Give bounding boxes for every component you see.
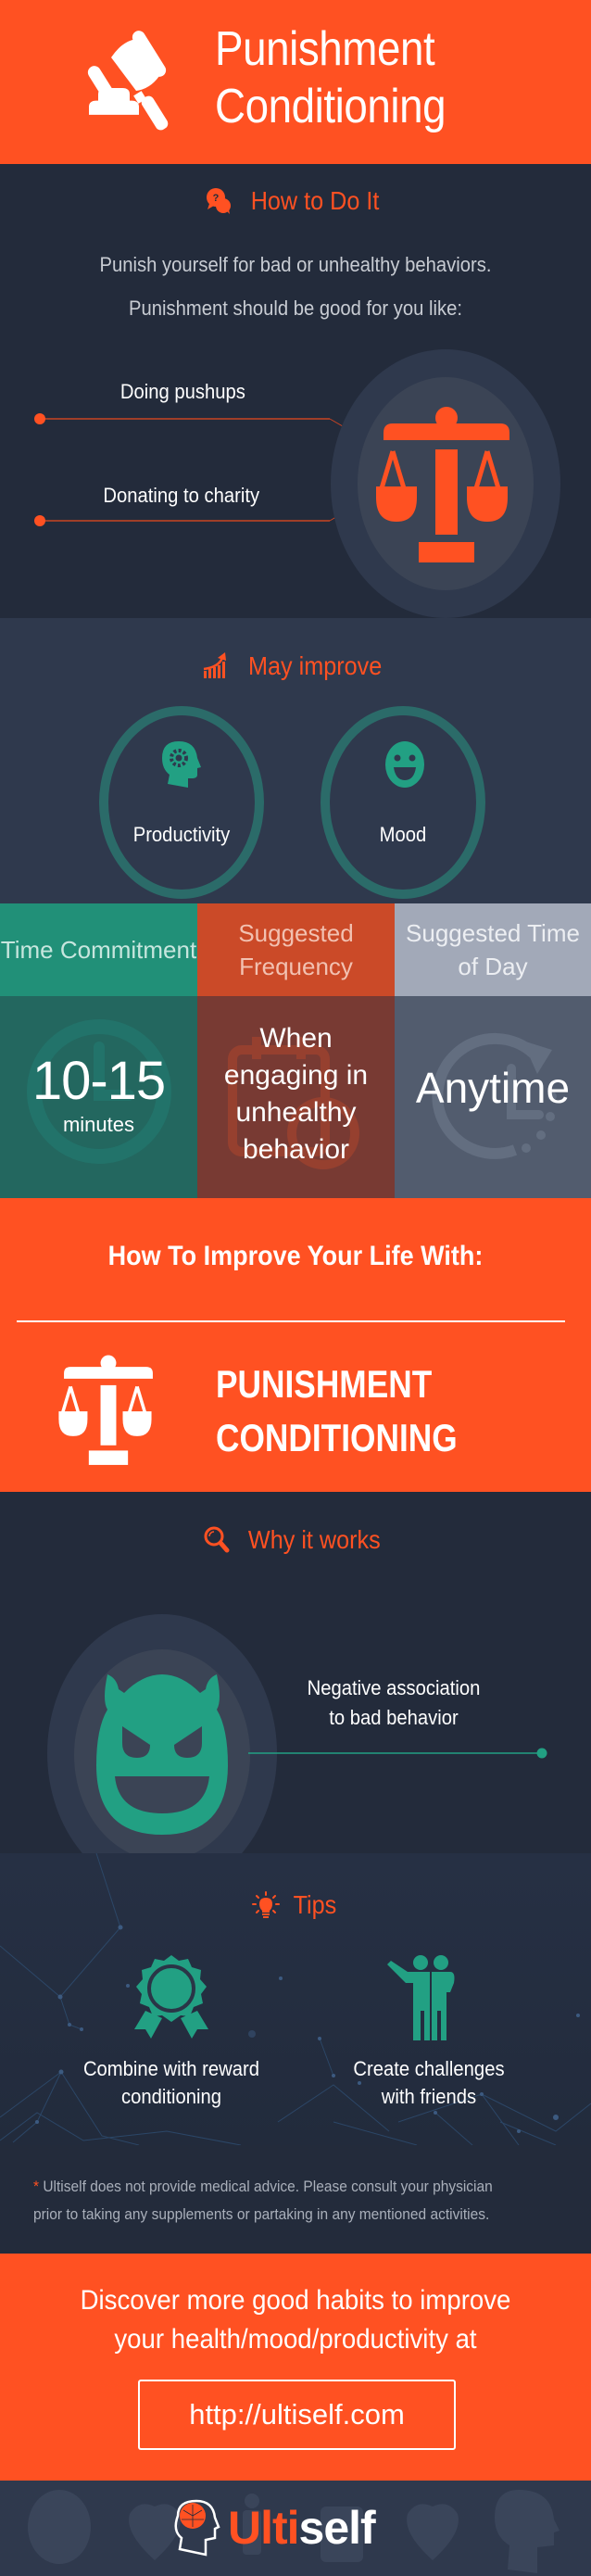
- lightbulb-icon: [252, 1891, 281, 1918]
- stats-grid: Time Commitment 10-15 minutes Suggested …: [0, 903, 591, 1198]
- stat-value: Anytime: [415, 1064, 571, 1112]
- bullet-dot: [34, 515, 45, 526]
- title-line-2: Conditioning: [215, 80, 446, 133]
- improve-item-mood: Mood: [321, 706, 485, 899]
- item-label: Productivity: [132, 823, 231, 846]
- tip-label: Create challenges with friends: [306, 2055, 553, 2111]
- scales-icon: [58, 1355, 153, 1465]
- disclaimer: * Ultiself does not provide medical advi…: [0, 2145, 591, 2254]
- stat-suggested-frequency: Suggested Frequency When engaging in unh…: [197, 903, 395, 1198]
- bullet-dot: [34, 413, 45, 424]
- stat-time-commitment: Time Commitment 10-15 minutes: [0, 903, 197, 1198]
- stat-header: Suggested Frequency: [197, 903, 395, 996]
- tip-label-line-1: Combine with reward: [82, 2057, 260, 2080]
- cta-section: Discover more good habits to improve you…: [0, 2254, 591, 2481]
- scales-icon: [376, 407, 509, 562]
- head-gear-icon: [162, 741, 201, 788]
- why-point-line-2: to bad behavior: [329, 1706, 459, 1729]
- stat-header: Suggested Time of Day: [395, 903, 591, 996]
- stat-value: 10-15: [31, 1051, 166, 1111]
- summary-banner: How To Improve Your Life With: PUNISHMEN…: [0, 1198, 591, 1492]
- stat-value: When engaging in unhealthy behavior: [223, 1023, 369, 1165]
- example-item: Donating to charity: [103, 484, 260, 507]
- stat-unit: minutes: [62, 1113, 135, 1136]
- tip-label-line-2: with friends: [381, 2085, 477, 2108]
- title-line-1: Punishment: [215, 22, 435, 76]
- may-improve-section: May improve Productivity Mood: [0, 618, 591, 903]
- tip-label-line-2: conditioning: [120, 2085, 222, 2108]
- why-point-line-1: Negative association: [307, 1676, 481, 1699]
- item-label: Mood: [379, 823, 427, 846]
- brain-head-icon: [174, 2499, 220, 2557]
- logo-text-ulti: Ulti: [228, 2502, 300, 2554]
- website-link-button[interactable]: http://ultiself.com: [138, 2380, 456, 2450]
- disclaimer-line-2: prior to taking any supplements or parta…: [33, 2206, 490, 2223]
- cta-line-1: Discover more good habits to improve: [80, 2285, 511, 2316]
- page-title: Punishment Conditioning: [215, 20, 446, 135]
- section-title: May improve: [247, 651, 383, 680]
- ultiself-logo: Ultiself: [169, 2497, 376, 2558]
- disclaimer-line-1: Ultiself does not provide medical advice…: [43, 2178, 493, 2195]
- tip-label: Combine with reward conditioning: [48, 2055, 296, 2111]
- gavel-icon: [87, 31, 169, 131]
- banner-name-line-2: CONDITIONING: [216, 1416, 458, 1459]
- growth-chart-icon: [203, 652, 226, 678]
- header: Punishment Conditioning: [0, 0, 591, 164]
- section-title: Tips: [293, 1890, 337, 1919]
- improve-item-productivity: Productivity: [99, 706, 264, 899]
- connector-line: [248, 1748, 547, 1759]
- smiley-icon: [385, 741, 424, 788]
- tip-label-line-1: Create challenges: [353, 2057, 505, 2080]
- banner-title: How To Improve Your Life With:: [107, 1241, 484, 1271]
- tips-heading: Tips: [0, 1890, 591, 1920]
- may-improve-heading: May improve: [0, 651, 591, 681]
- why-point: Negative association to bad behavior: [287, 1673, 500, 1733]
- asterisk: *: [33, 2178, 40, 2195]
- stat-suggested-time-of-day: Suggested Time of Day Anytime: [395, 903, 591, 1198]
- divider: [17, 1320, 565, 1322]
- banner-name-line-1: PUNISHMENT: [216, 1362, 433, 1406]
- banner-name: PUNISHMENT CONDITIONING: [216, 1357, 458, 1465]
- stat-header: Time Commitment: [0, 903, 197, 996]
- example-item: Doing pushups: [119, 380, 245, 403]
- award-ribbon-icon: [134, 1955, 208, 2039]
- logo-text-self: self: [298, 2502, 376, 2554]
- cta-text: Discover more good habits to improve you…: [24, 2281, 568, 2359]
- how-to-section: ? How to Do It Punish yourself for bad o…: [0, 164, 591, 618]
- why-it-works-section: Why it works Negative association to bad…: [0, 1492, 591, 1853]
- disclaimer-text: * Ultiself does not provide medical advi…: [33, 2173, 530, 2229]
- footer: Ultiself: [0, 2481, 591, 2576]
- tips-section: Tips Combine with reward conditioning Cr…: [0, 1853, 591, 2145]
- friends-icon: [387, 1955, 455, 2040]
- cta-line-2: your health/mood/productivity at: [114, 2324, 477, 2355]
